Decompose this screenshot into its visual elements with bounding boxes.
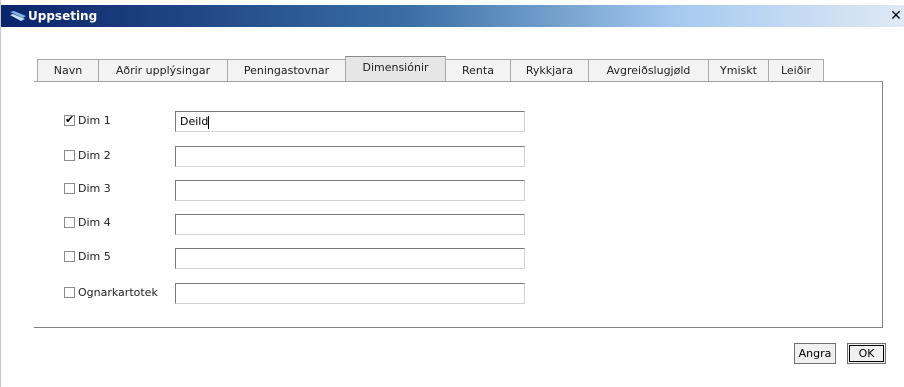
tab-rykkjara[interactable]: Rykkjara	[510, 59, 589, 81]
tab-navn[interactable]: Navn	[37, 59, 99, 81]
settings-dialog: Uppseting ✕ Navn Aðrir upplýsingar Penin…	[0, 0, 904, 387]
dim-4-field[interactable]	[175, 214, 525, 235]
tab-renta[interactable]: Renta	[445, 59, 511, 81]
dim-1-field-value: Deild	[180, 115, 209, 128]
tab-peningastovnar[interactable]: Peningastovnar	[227, 59, 346, 81]
ognarkartotek-field[interactable]	[175, 283, 525, 304]
dim-2-checkbox[interactable]	[64, 149, 75, 161]
dim-3-checkbox[interactable]	[64, 182, 75, 194]
tab-ymiskt[interactable]: Ymiskt	[708, 59, 769, 81]
dim-4-checkbox-row[interactable]: Dim 4	[64, 212, 111, 232]
tab-adrir-upplysingar[interactable]: Aðrir upplýsingar	[98, 59, 228, 81]
dim-3-label: Dim 3	[78, 181, 111, 195]
ognarkartotek-checkbox-row[interactable]: Ognarkartotek	[64, 282, 158, 302]
tab-strip: Navn Aðrir upplýsingar Peningastovnar Di…	[37, 56, 824, 82]
dim-3-checkbox-row[interactable]: Dim 3	[64, 178, 111, 198]
dim-2-label: Dim 2	[78, 148, 111, 162]
ok-button[interactable]: OK	[847, 343, 886, 364]
tab-avgreidslugjold[interactable]: Avgreiðslugjøld	[588, 59, 709, 81]
dim-1-label: Dim 1	[78, 113, 111, 127]
dim-1-field[interactable]: Deild	[175, 111, 525, 132]
dim-5-checkbox[interactable]	[64, 250, 75, 262]
dim-4-label: Dim 4	[78, 215, 111, 229]
dim-5-label: Dim 5	[78, 249, 111, 263]
window-title: Uppseting	[28, 9, 98, 23]
text-caret	[208, 115, 210, 129]
tab-dimensionir[interactable]: Dimensiónir	[345, 56, 446, 81]
check-mark-icon: ✔	[65, 112, 75, 126]
ognarkartotek-checkbox[interactable]	[64, 286, 75, 298]
dim-1-checkbox-row[interactable]: ✔ Dim 1	[64, 110, 111, 130]
app-window-icon	[10, 11, 26, 21]
dim-5-checkbox-row[interactable]: Dim 5	[64, 246, 111, 266]
tab-leidir[interactable]: Leiðir	[768, 59, 824, 81]
dim-4-checkbox[interactable]	[64, 216, 75, 228]
dim-2-field[interactable]	[175, 146, 525, 167]
close-button[interactable]: ✕	[889, 8, 903, 24]
dim-5-field[interactable]	[175, 248, 525, 269]
dim-2-checkbox-row[interactable]: Dim 2	[64, 145, 111, 165]
cancel-button[interactable]: Angra	[794, 343, 836, 364]
dim-3-field[interactable]	[175, 180, 525, 201]
title-bar[interactable]: Uppseting ✕	[1, 5, 904, 27]
dim-1-checkbox[interactable]: ✔	[64, 112, 75, 126]
ognarkartotek-label: Ognarkartotek	[78, 285, 158, 299]
